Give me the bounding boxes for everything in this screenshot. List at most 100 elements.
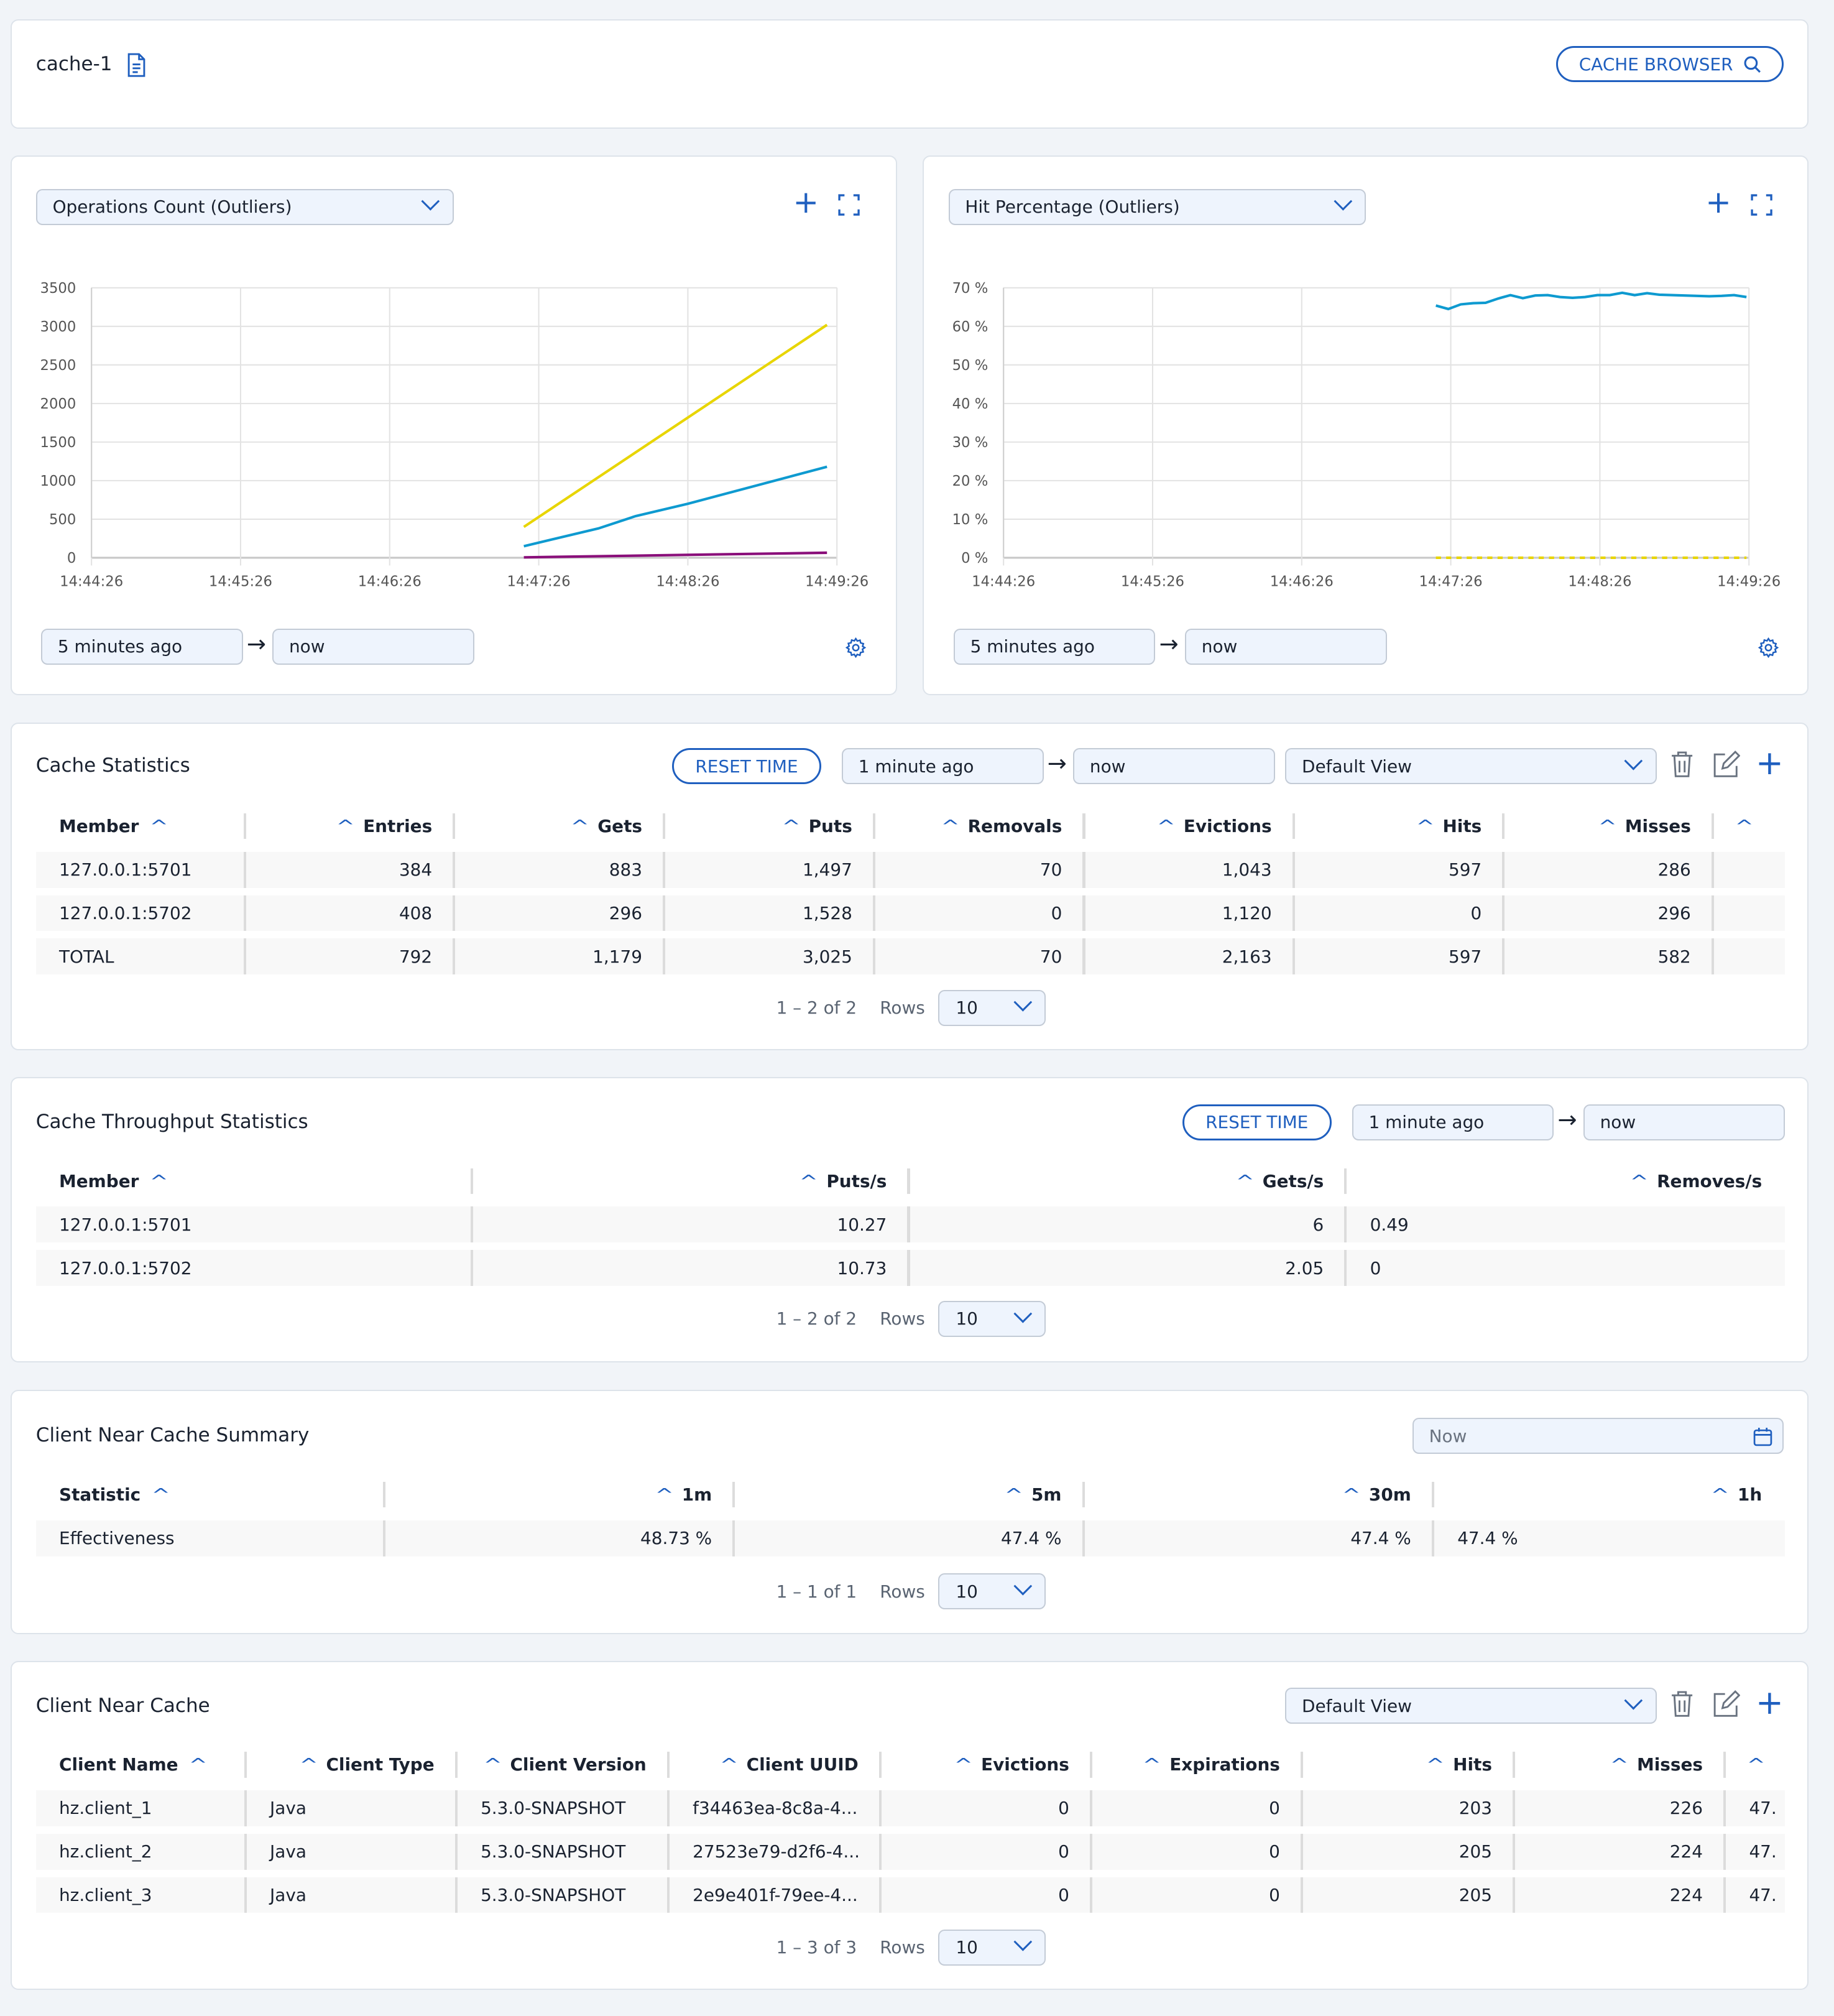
table-row[interactable]: Effectiveness 48.73 % 47.4 % 47.4 % 47.4 % <box>35 1520 1786 1556</box>
column-header[interactable]: ^ 1h <box>1434 1477 1785 1513</box>
table-cell: 47. <box>1726 1833 1786 1870</box>
table-row[interactable]: TOTAL 792 1,179 3,025 70 2,163 597 582 <box>35 938 1786 975</box>
column-header[interactable]: ^ Puts/s <box>473 1163 910 1199</box>
chart-metric-select[interactable]: Hit Percentage (Outliers) <box>948 188 1366 225</box>
chart-metric-select[interactable]: Operations Count (Outliers) <box>35 188 454 225</box>
rows-label: Rows <box>880 1581 925 1602</box>
chevron-down-icon <box>1624 751 1643 770</box>
column-header[interactable]: ^ 5m <box>735 1477 1085 1513</box>
chart-plot: 0 500 1000 1500 2000 2500 3000 3500 14:44:26 14:4… <box>40 280 869 590</box>
page-range: 1 – 2 of 2 <box>776 1308 857 1329</box>
add-icon[interactable]: + <box>1756 1683 1784 1722</box>
table-row[interactable]: 127.0.0.1:5702 10.73 2.05 0 <box>35 1250 1786 1287</box>
calendar-icon[interactable] <box>1753 1427 1772 1446</box>
add-icon[interactable]: + <box>1756 743 1784 782</box>
column-header[interactable]: Statistic ^ <box>36 1477 386 1513</box>
rows-per-page-select[interactable]: 10 <box>938 989 1046 1026</box>
rows-label: Rows <box>880 1308 925 1329</box>
trash-icon[interactable] <box>1670 751 1693 779</box>
column-header[interactable]: ^ Removals <box>875 808 1086 844</box>
column-header[interactable]: ^ Expirations <box>1092 1747 1304 1783</box>
column-header[interactable]: ^ Client Type <box>247 1747 458 1783</box>
cache-browser-button[interactable]: CACHE BROWSER <box>1556 46 1784 83</box>
table-cell: 47.4 % <box>1084 1520 1434 1556</box>
table-cell: 5.3.0-SNAPSHOT <box>457 1877 670 1913</box>
reset-time-button[interactable]: RESET TIME <box>672 748 821 784</box>
column-header[interactable]: ^ Misses <box>1505 808 1714 844</box>
table-cell: 1,528 <box>665 895 876 932</box>
date-picker-input[interactable]: Now <box>1412 1418 1784 1454</box>
column-header[interactable]: ^ 1m <box>385 1477 735 1513</box>
rows-per-page-select[interactable]: 10 <box>938 1929 1046 1966</box>
sort-up-icon: ^ <box>149 1170 168 1191</box>
edit-icon[interactable] <box>1712 1690 1741 1718</box>
sort-up-icon: ^ <box>570 816 590 837</box>
column-header[interactable]: Client Name ^ <box>36 1747 247 1783</box>
column-header[interactable]: ^ <box>1714 808 1785 844</box>
table-cell: 127.0.0.1:5701 <box>35 1206 473 1243</box>
column-header[interactable]: Member ^ <box>36 1163 473 1199</box>
column-header[interactable]: ^ Gets/s <box>910 1163 1347 1199</box>
table-row[interactable]: hz.client_1 Java 5.3.0-SNAPSHOT f34463ea-8c… <box>35 1790 1786 1826</box>
pagination: 1 – 2 of 2 Rows 10 <box>776 989 1046 1026</box>
column-label: Client Type <box>326 1754 435 1775</box>
column-header[interactable]: ^ <box>1726 1747 1785 1783</box>
column-header[interactable]: ^ Evictions <box>1085 808 1296 844</box>
near-cache-title: Client Near Cache <box>35 1694 210 1717</box>
operations-chart-card: Operations Count (Outliers) + 5 minutes … <box>10 155 897 696</box>
column-header[interactable]: ^ Hits <box>1295 808 1506 844</box>
column-header[interactable]: ^ Puts <box>665 808 876 844</box>
y-tick-label: 40 % <box>952 396 988 412</box>
table-row[interactable]: 127.0.0.1:5701 10.27 6 0.49 <box>35 1206 1786 1243</box>
view-select[interactable]: Default View <box>1285 748 1657 784</box>
time-to-input[interactable]: now <box>1583 1104 1786 1140</box>
reset-time-button[interactable]: RESET TIME <box>1182 1104 1332 1140</box>
table-cell: 384 <box>246 851 456 888</box>
column-header[interactable]: ^ Hits <box>1303 1747 1516 1783</box>
table-row[interactable]: 127.0.0.1:5702 408 296 1,528 0 1,120 0 296 <box>35 895 1786 932</box>
cache-header-card: cache-1 CACHE BROWSER <box>10 19 1809 129</box>
near-cache-summary-table: Statistic ^ ^ 1m ^ 5m ^ 30m ^ 1h Effectiveness 48.7… <box>35 1469 1786 1564</box>
column-header[interactable]: ^ Client UUID <box>670 1747 882 1783</box>
column-header[interactable]: ^ Removes/s <box>1347 1163 1785 1199</box>
column-label: Client UUID <box>746 1754 859 1775</box>
column-header[interactable]: ^ 30m <box>1085 1477 1434 1513</box>
document-icon[interactable] <box>126 53 147 77</box>
fullscreen-icon[interactable] <box>838 194 860 216</box>
table-cell: 3,025 <box>665 938 876 975</box>
column-header[interactable]: ^ Client Version <box>458 1747 670 1783</box>
trash-icon[interactable] <box>1670 1690 1693 1718</box>
fullscreen-icon[interactable] <box>1750 194 1772 216</box>
sort-up-icon: ^ <box>299 1754 318 1775</box>
column-header[interactable]: ^ Evictions <box>882 1747 1093 1783</box>
add-icon[interactable]: + <box>1705 184 1731 220</box>
rows-per-page-select[interactable]: 10 <box>938 1301 1046 1337</box>
table-header-row: Member ^ ^ Entries ^ Gets ^ Puts ^ Removals ^ Evict… <box>36 808 1786 844</box>
view-select[interactable]: Default View <box>1285 1688 1657 1724</box>
table-cell: TOTAL <box>35 938 246 975</box>
add-icon[interactable]: + <box>793 184 819 220</box>
search-icon <box>1744 56 1761 73</box>
table-cell: Java <box>246 1790 458 1826</box>
time-from-input[interactable]: 1 minute ago <box>842 748 1044 784</box>
column-header[interactable]: ^ Entries <box>246 808 456 844</box>
x-tick-label: 14:47:26 <box>507 574 570 590</box>
rows-per-page-select[interactable]: 10 <box>938 1573 1046 1610</box>
y-tick-label: 500 <box>48 512 75 528</box>
table-row[interactable]: 127.0.0.1:5701 384 883 1,497 70 1,043 597 286 <box>35 851 1786 888</box>
sort-up-icon: ^ <box>1746 1754 1766 1775</box>
column-header[interactable]: ^ Misses <box>1515 1747 1726 1783</box>
table-row[interactable]: hz.client_3 Java 5.3.0-SNAPSHOT 2e9e401f-79… <box>35 1877 1786 1913</box>
time-from-input[interactable]: 1 minute ago <box>1352 1104 1554 1140</box>
time-to-input[interactable]: now <box>1073 748 1275 784</box>
column-header[interactable]: ^ Gets <box>455 808 666 844</box>
table-cell: 10.73 <box>472 1250 910 1287</box>
column-header[interactable]: Member ^ <box>36 808 247 844</box>
table-cell: 1,497 <box>665 851 876 888</box>
table-row[interactable]: hz.client_2 Java 5.3.0-SNAPSHOT 27523e79-d2… <box>35 1833 1786 1870</box>
sort-up-icon: ^ <box>1004 1484 1023 1505</box>
edit-icon[interactable] <box>1712 751 1741 779</box>
table-cell: 0 <box>1092 1790 1304 1826</box>
near-cache-summary-title: Client Near Cache Summary <box>35 1424 310 1447</box>
sort-up-icon: ^ <box>1416 816 1435 837</box>
